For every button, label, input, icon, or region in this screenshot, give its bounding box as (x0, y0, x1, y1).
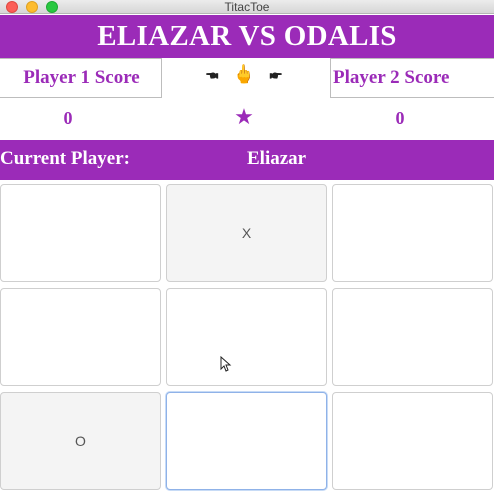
board-cell-7[interactable]: O (0, 392, 161, 490)
window-titlebar: TitacToe (0, 0, 494, 14)
current-player-name: Eliazar (247, 148, 307, 169)
board-cell-5[interactable] (166, 288, 327, 386)
board-cell-1[interactable] (0, 184, 161, 282)
window-title: TitacToe (224, 0, 270, 14)
current-player-label: Current Player: (0, 148, 130, 169)
current-player-bar: Current Player: Eliazar (0, 140, 494, 180)
board-cell-9[interactable] (332, 392, 493, 490)
board-cell-2[interactable]: X (166, 184, 327, 282)
match-title: ELIAZAR VS ODALIS (0, 15, 494, 58)
player1-score-value: 0 (63, 108, 73, 128)
pointing-hands-icon: 🖜 🖕 🖝 (205, 64, 287, 85)
mouse-pointer-icon (220, 356, 232, 372)
player1-score-label: Player 1 Score (0, 58, 162, 98)
player2-score-label: Player 2 Score (330, 58, 494, 98)
player2-score-value: 0 (395, 108, 405, 128)
board-cell-3[interactable] (332, 184, 493, 282)
board-cell-6[interactable] (332, 288, 493, 386)
board-cell-4[interactable] (0, 288, 161, 386)
star-icon: ★ (234, 105, 254, 130)
board-cell-8[interactable] (166, 392, 327, 490)
